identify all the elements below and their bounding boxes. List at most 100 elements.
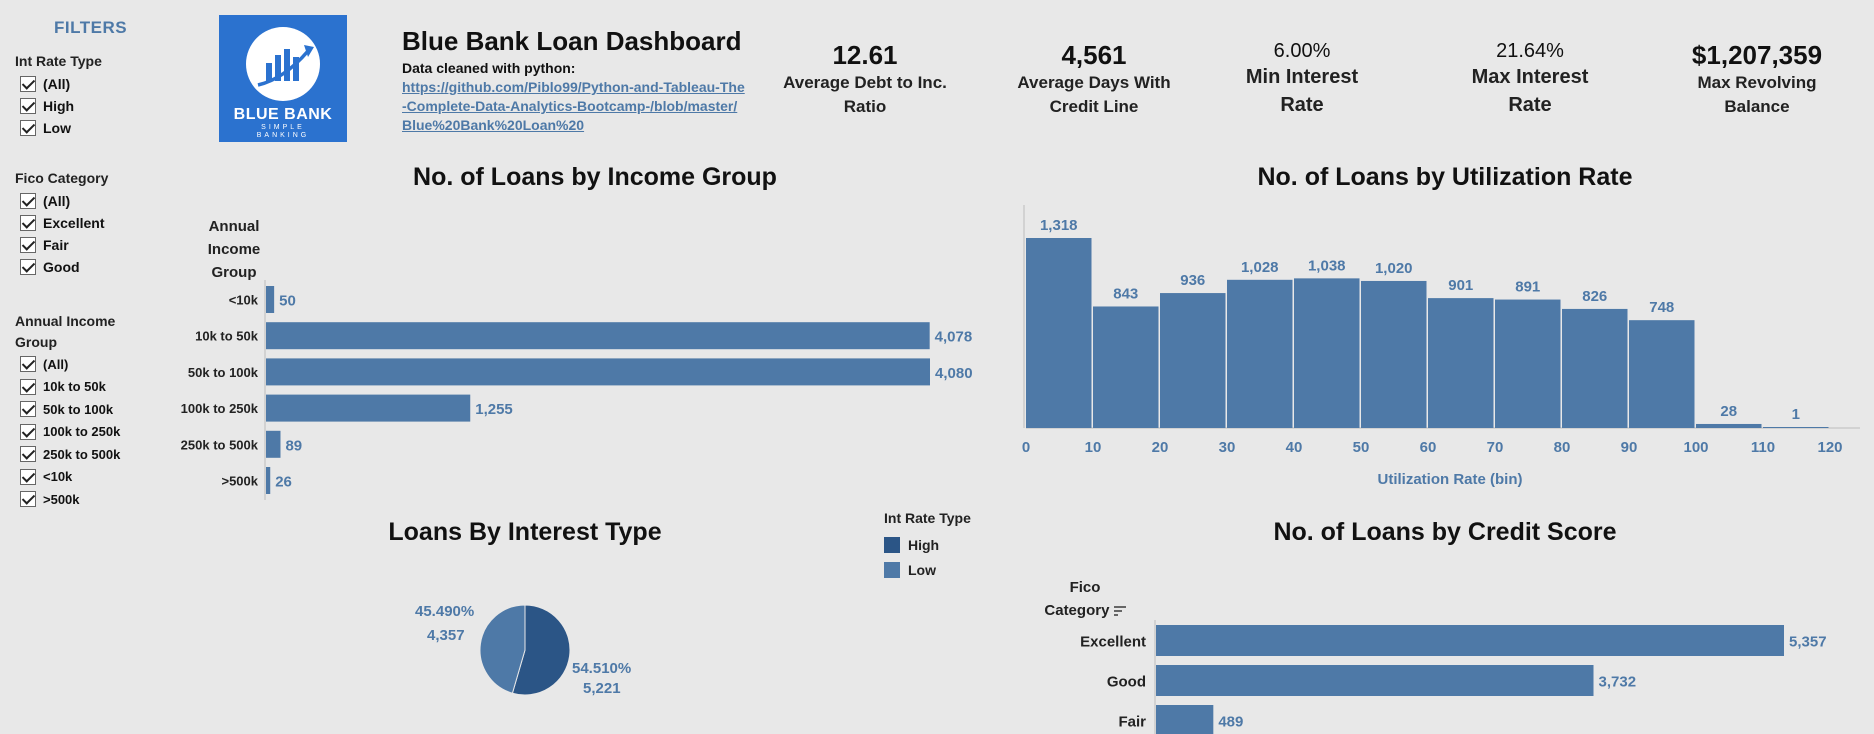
interest-chart-title: Loans By Interest Type [388,518,662,546]
checkbox-icon[interactable] [20,215,36,231]
filter-title-fico: Fico Category [15,170,109,186]
checkbox-income-250k-500k[interactable]: 250k to 500k [20,443,120,466]
util-bar-value: 748 [1649,299,1674,316]
legend-item-high[interactable]: High [884,532,971,557]
util-bar-value: 901 [1448,277,1473,294]
util-x-tick: 40 [1286,439,1303,456]
income-bar-chart: <10k 50 10k to 50k 4,078 50k to 100k 4,080 100… [181,280,973,500]
kpi-value: 6.00% [1273,40,1331,62]
util-bar[interactable] [1026,238,1092,428]
pie-label-low-count: 4,357 [427,627,465,644]
util-bar-value: 1,020 [1375,260,1413,277]
util-x-tick: 70 [1487,439,1504,456]
checkbox-fico-all[interactable]: (All) [20,190,108,212]
util-x-tick: 10 [1085,439,1102,456]
income-category-label: 100k to 250k [181,401,259,416]
util-bar[interactable] [1763,427,1829,428]
credit-category-label: Good [1107,674,1146,691]
pie-label-low-pct: 45.490% [415,603,474,620]
checkbox-icon[interactable] [20,76,36,92]
income-category-label: 50k to 100k [188,365,259,380]
checkbox-fico-fair[interactable]: Fair [20,234,108,256]
checkbox-icon[interactable] [20,423,36,440]
credit-chart-header: Fico Category [1040,576,1130,623]
checkbox-int-rate-high[interactable]: High [20,95,102,117]
credit-bar-value: 3,732 [1599,674,1637,691]
util-bar-value: 1,028 [1241,259,1279,276]
checkbox-icon[interactable] [20,237,36,253]
income-category-label: 250k to 500k [181,437,259,452]
util-bar[interactable] [1562,308,1628,428]
checkbox-icon[interactable] [20,491,36,508]
income-bar[interactable] [266,286,275,313]
checkbox-icon[interactable] [20,446,36,463]
checkbox-income-lt-10k[interactable]: <10k [20,466,120,489]
interest-pie-chart: 54.510% 5,221 45.490% 4,357 [415,603,631,697]
income-bar[interactable] [266,394,471,422]
legend-title: Int Rate Type [884,510,971,526]
legend-swatch [884,536,900,553]
util-bar-value: 936 [1180,272,1205,289]
income-bar[interactable] [266,322,930,350]
kpi-max-interest-rate: 21.64% Max Interest Rate [1430,40,1630,119]
income-bar-value: 89 [285,437,302,454]
filters-title: FILTERS [54,18,128,37]
credit-bar[interactable] [1156,705,1214,734]
pie-label-high-pct: 54.510% [572,660,631,677]
checkbox-icon[interactable] [20,356,36,373]
checkbox-icon[interactable] [20,98,36,114]
filter-fico-category: Fico Category (All) Excellent Fair Good [15,170,108,278]
util-bar[interactable] [1361,280,1427,428]
util-bar[interactable] [1495,299,1561,428]
util-bar[interactable] [1294,278,1360,428]
util-bar[interactable] [1696,423,1762,428]
kpi-value: 12.61 [832,40,898,70]
checkbox-income-all[interactable]: (All) [20,353,120,376]
checkbox-icon[interactable] [20,468,36,485]
checkbox-income-10k-50k[interactable]: 10k to 50k [20,376,120,399]
credit-bar[interactable] [1156,665,1594,696]
github-link[interactable]: https://github.com/Piblo99/Python-and-Ta… [402,78,747,135]
dashboard-title: Blue Bank Loan Dashboard [402,26,742,56]
income-bar-value: 1,255 [475,401,513,418]
income-bar[interactable] [266,358,930,386]
checkbox-icon[interactable] [20,193,36,209]
util-bar[interactable] [1093,306,1159,428]
checkbox-int-rate-low[interactable]: Low [20,117,102,139]
util-bar-value: 826 [1582,288,1607,305]
legend-item-low[interactable]: Low [884,557,971,582]
income-bar-value: 4,080 [935,365,973,382]
util-bar[interactable] [1227,279,1293,428]
utilization-histogram: 1,3188439361,028 1,038 1,020901 89182674828… [1022,205,1860,456]
util-bar[interactable] [1629,320,1695,428]
credit-bar-value: 489 [1218,714,1243,731]
checkbox-income-50k-100k[interactable]: 50k to 100k [20,398,120,421]
checkbox-icon[interactable] [20,378,36,395]
credit-bar[interactable] [1156,625,1784,656]
util-bar[interactable] [1428,298,1494,428]
util-x-tick: 110 [1751,439,1775,456]
income-chart-title: No. of Loans by Income Group [413,163,777,191]
kpi-label: Average Debt to Inc. Ratio [783,73,947,116]
checkbox-fico-excellent[interactable]: Excellent [20,212,108,234]
filter-title-income: Annual Income Group [15,313,116,350]
income-bar-value: 50 [279,293,296,310]
logo-tagline-2: BANKING [256,132,310,139]
util-bar-value: 1 [1792,406,1800,423]
util-bar[interactable] [1160,293,1226,428]
checkbox-int-rate-all[interactable]: (All) [20,73,102,95]
logo-tagline-1: SIMPLE [261,124,305,131]
checkbox-icon[interactable] [20,259,36,275]
blue-bank-logo: BLUE BANK SIMPLE BANKING [219,15,347,142]
util-x-tick: 80 [1554,439,1571,456]
income-bar[interactable] [266,430,281,458]
checkbox-icon[interactable] [20,120,36,136]
filter-annual-income-group: Annual Income Group (All) 10k to 50k 50k… [15,311,120,511]
legend-swatch [884,561,900,578]
checkbox-income-100k-250k[interactable]: 100k to 250k [20,421,120,444]
checkbox-fico-good[interactable]: Good [20,256,108,278]
income-bar[interactable] [266,467,271,494]
util-x-tick: 90 [1621,439,1638,456]
checkbox-income-gt-500k[interactable]: >500k [20,488,120,511]
checkbox-icon[interactable] [20,401,36,418]
